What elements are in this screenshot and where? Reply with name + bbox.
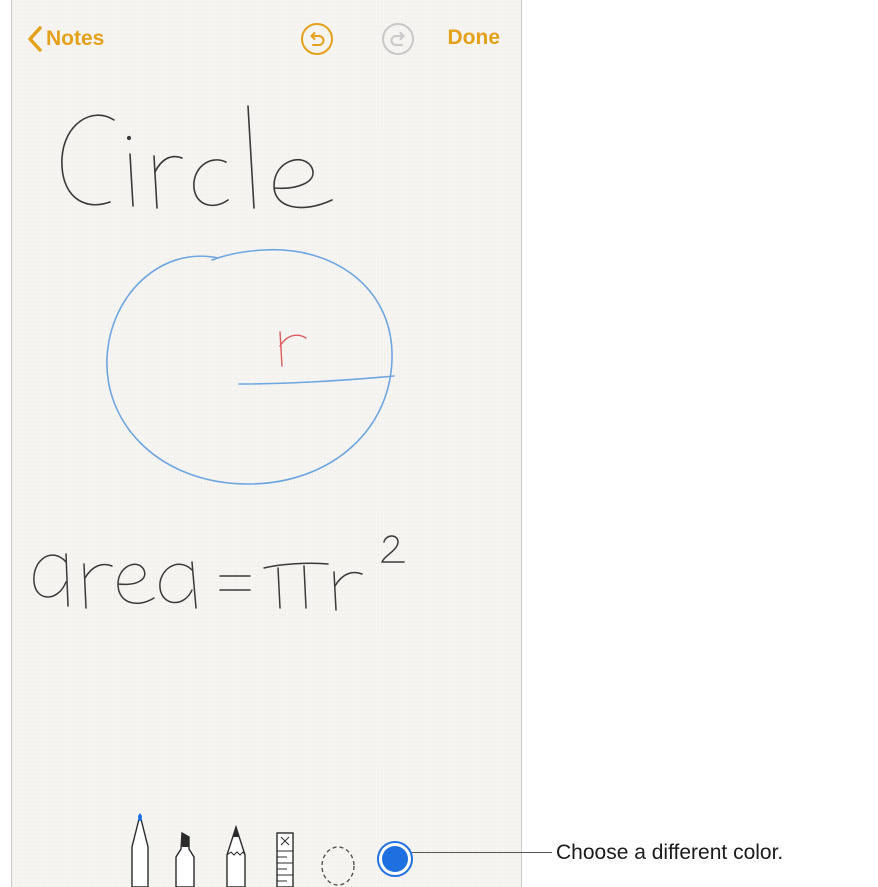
- navigation-bar: Notes Done: [12, 0, 521, 76]
- area-formula: [33, 535, 405, 611]
- radius-label: [279, 331, 307, 367]
- ruler-icon: [276, 832, 294, 887]
- color-picker-button[interactable]: [377, 833, 413, 887]
- back-button[interactable]: Notes: [26, 22, 104, 56]
- handwriting-drawing: [33, 105, 405, 611]
- pencil-icon: [226, 824, 246, 887]
- callout-line: [412, 852, 552, 853]
- back-label: Notes: [46, 27, 105, 50]
- drawn-circle: [106, 248, 395, 485]
- redo-icon: [382, 23, 414, 55]
- drawing-toolbar: [12, 807, 521, 887]
- color-swatch-icon: [377, 841, 413, 877]
- screenshot-stage: Notes Done Choose a different color.: [0, 0, 878, 887]
- marker-tool[interactable]: [173, 831, 197, 887]
- ruler-tool[interactable]: [274, 831, 296, 887]
- handwritten-title: [61, 105, 333, 209]
- pen-icon: [131, 813, 149, 887]
- undo-button[interactable]: [300, 22, 334, 56]
- drawing-canvas[interactable]: [12, 76, 521, 796]
- callout-label: Choose a different color.: [556, 841, 784, 864]
- marker-icon: [175, 831, 195, 887]
- lasso-icon: [321, 846, 355, 886]
- chevron-left-icon: [28, 26, 42, 52]
- done-button[interactable]: Done: [448, 26, 501, 50]
- undo-icon: [301, 23, 333, 55]
- pencil-tool[interactable]: [224, 824, 248, 887]
- notes-screen: Notes Done: [11, 0, 522, 887]
- pen-tool[interactable]: [128, 813, 152, 887]
- lasso-tool[interactable]: [318, 841, 358, 887]
- redo-button[interactable]: [381, 22, 415, 56]
